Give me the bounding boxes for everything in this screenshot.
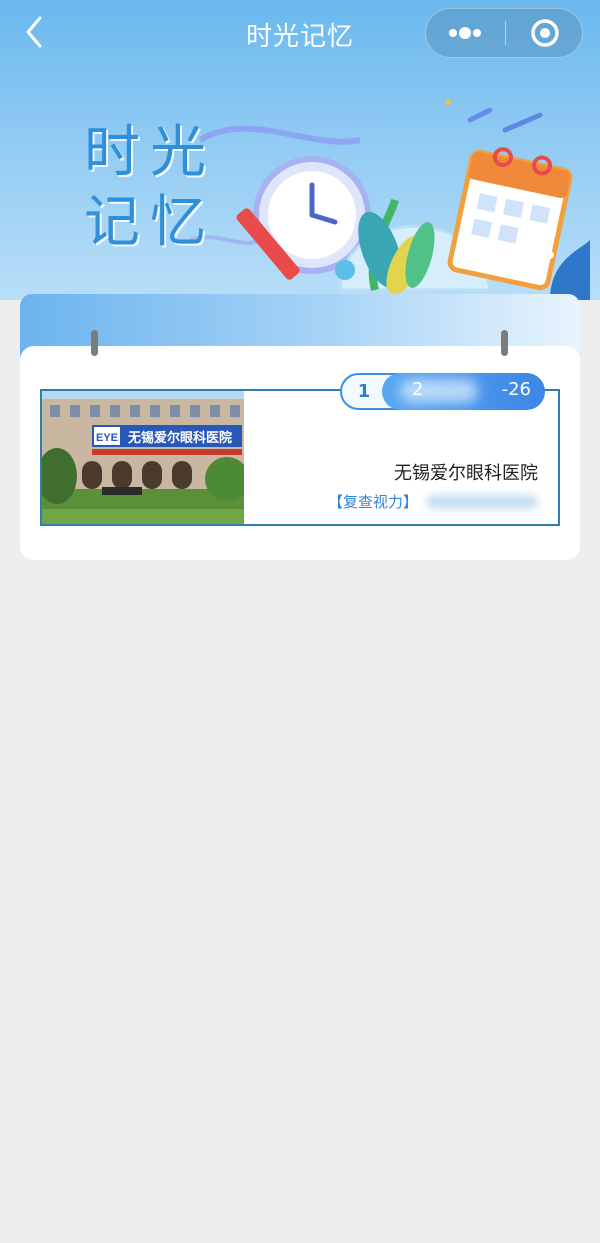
record-date-start: 2 — [412, 379, 424, 400]
record-note-redacted — [426, 495, 538, 509]
photo-logo-text: EYE — [96, 432, 118, 444]
photo-sign-text: 无锡爱尔眼科医院 — [127, 430, 232, 446]
record-date-pill: 2 -26 — [382, 373, 545, 410]
close-button[interactable] — [506, 9, 584, 57]
more-button[interactable] — [426, 9, 504, 57]
binder-ring-right — [501, 330, 508, 356]
hospital-photo-image: EYE 无锡爱尔眼科医院 — [42, 391, 244, 524]
hospital-name: 无锡爱尔眼科医院 — [394, 463, 538, 484]
record-date-badge: 1 2 -26 — [340, 373, 545, 410]
record-date-end: -26 — [501, 379, 531, 400]
record-index: 1 — [357, 381, 371, 402]
hero-title-line-2: 记忆 — [84, 190, 216, 255]
more-dots-icon — [449, 27, 481, 39]
navigation-bar: 时光记忆 — [0, 0, 600, 66]
target-close-icon — [531, 19, 559, 47]
header-banner: 时光 记忆 时光记忆 — [0, 0, 600, 300]
record-tag: 【复查视力】 — [328, 493, 419, 511]
hero-title: 时光 记忆 — [84, 118, 224, 258]
hero-title-line-1: 时光 — [84, 120, 216, 185]
hospital-photo: EYE 无锡爱尔眼科医院 — [42, 391, 244, 524]
miniprogram-capsule — [425, 8, 583, 58]
binder-ring-left — [91, 330, 98, 356]
calendar-clock-illustration — [190, 99, 590, 300]
